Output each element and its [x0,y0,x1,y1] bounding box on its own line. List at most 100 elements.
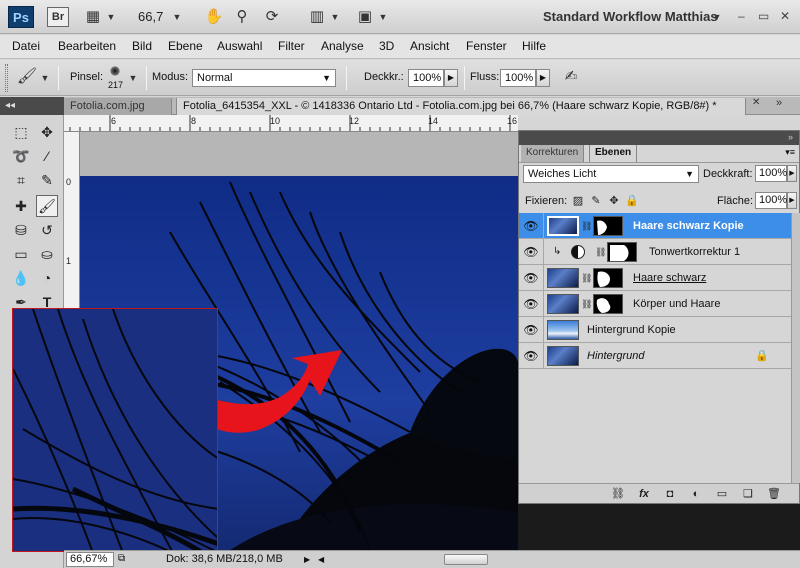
arrange-documents-icon[interactable]: ▥ [306,7,328,27]
tab-fotolia-jpg[interactable]: Fotolia.com.jpg [64,98,172,115]
bridge-button[interactable]: Br [47,7,69,27]
chevron-down-icon[interactable]: ▼ [106,7,116,27]
layer-row-hintergrund[interactable]: 👁 Hintergrund 🔒 [519,343,791,369]
history-brush-tool-icon[interactable]: ↺ [36,219,58,241]
tab-korrekturen[interactable]: Korrekturen [521,145,585,162]
scroll-left-icon[interactable]: ◀ [318,555,324,564]
airbrush-icon[interactable]: ✍ [560,67,582,87]
layer-fill-input[interactable]: 100% [755,192,787,209]
menu-filter[interactable]: Filter [278,39,305,53]
layer-fill-slider-button[interactable]: ▶ [787,192,797,209]
layer-name[interactable]: Haare schwarz [633,272,706,284]
layer-row-haare-schwarz[interactable]: 👁 ⛓ Haare schwarz [519,265,791,291]
tab-active-document[interactable]: Fotolia_6415354_XXL - © 1418336 Ontario … [176,98,746,115]
magic-wand-tool-icon[interactable]: ⁄ [36,145,58,167]
marquee-tool-icon[interactable]: ⬚ [10,121,32,143]
eyedropper-tool-icon[interactable]: ✎ [36,169,58,191]
menu-datei[interactable]: Datei [12,39,40,53]
layer-thumbnail[interactable] [547,346,579,366]
menu-bearbeiten[interactable]: Bearbeiten [58,39,116,53]
layer-mask-thumbnail[interactable] [607,242,637,262]
link-layers-icon[interactable]: ⛓ [611,487,625,501]
mask-link-icon[interactable]: ⛓ [581,272,592,284]
crop-tool-icon[interactable]: ⌗ [10,169,32,191]
tools-panel-header[interactable]: ◂◂ [0,97,64,115]
layer-mask-thumbnail[interactable] [593,268,623,288]
restore-button[interactable]: ▭ [758,8,769,24]
panel-header[interactable]: » [519,131,799,145]
layer-style-icon[interactable]: fx [637,487,651,501]
panel-collapse-icon[interactable]: » [788,132,793,142]
mask-link-icon[interactable]: ⛓ [595,246,606,258]
blur-tool-icon[interactable]: 💧 [10,267,32,289]
rotate-view-icon[interactable]: ⟳ [262,7,282,27]
status-zoom-input[interactable]: 66,67% [66,552,114,567]
minimize-button[interactable]: – [738,8,745,24]
clone-stamp-tool-icon[interactable]: ⛁ [10,219,32,241]
layer-opacity-input[interactable]: 100% [755,165,787,182]
opacity-slider-button[interactable]: ▶ [444,69,458,87]
options-bar-grip[interactable] [5,64,8,92]
move-tool-icon[interactable]: ✥ [36,121,58,143]
layer-row-hintergrund-kopie[interactable]: 👁 Hintergrund Kopie [519,317,791,343]
layer-name[interactable]: Tonwertkorrektur 1 [649,246,740,258]
filmstrip-icon[interactable]: ▦ [82,7,104,27]
layer-name[interactable]: Haare schwarz Kopie [633,220,744,232]
visibility-eye-icon[interactable]: 👁 [523,270,539,286]
lasso-tool-icon[interactable]: ➰ [10,145,32,167]
opacity-input[interactable]: 100% [408,69,444,87]
visibility-eye-icon[interactable]: 👁 [523,296,539,312]
flow-slider-button[interactable]: ▶ [536,69,550,87]
adjustment-layer-icon[interactable]: ◐ [689,487,703,501]
adjustment-layer-icon[interactable] [571,245,585,259]
eraser-tool-icon[interactable]: ▭ [10,243,32,265]
dodge-tool-icon[interactable]: ◔ [36,267,58,289]
menu-auswahl[interactable]: Auswahl [217,39,262,53]
menu-bild[interactable]: Bild [132,39,152,53]
brush-picker-chevron-down-icon[interactable]: ▼ [128,68,138,88]
tabs-overflow-icon[interactable]: » [776,97,782,109]
brush-tool-icon[interactable]: 🖌 [16,67,38,87]
mask-link-icon[interactable]: ⛓ [581,298,592,310]
layer-mask-thumbnail[interactable] [593,216,623,236]
menu-ebene[interactable]: Ebene [168,39,203,53]
lock-pixels-icon[interactable]: ✎ [589,194,603,208]
menu-hilfe[interactable]: Hilfe [522,39,546,53]
brush-tip-preview[interactable] [110,66,120,76]
delete-layer-icon[interactable]: 🗑 [767,487,781,501]
blend-mode-select[interactable]: Weiches Licht ▼ [523,165,699,183]
close-button[interactable]: ✕ [780,8,790,24]
workspace-switcher[interactable]: Standard Workflow Matthias [543,8,718,26]
layer-thumbnail[interactable] [547,268,579,288]
status-menu-arrow-icon[interactable]: ▶ [304,555,310,564]
layer-name[interactable]: Hintergrund [587,350,644,362]
visibility-eye-icon[interactable]: 👁 [523,244,539,260]
layer-row-tonwertkorrektur-1[interactable]: 👁 ↳ ⛓ Tonwertkorrektur 1 [519,239,791,265]
horizontal-scrollbar-thumb[interactable] [444,554,488,565]
menu-3d[interactable]: 3D [379,39,394,53]
layer-name[interactable]: Körper und Haare [633,298,720,310]
tool-preset-chevron-down-icon[interactable]: ▼ [40,68,50,88]
tab-ebenen[interactable]: Ebenen [589,145,638,162]
hand-tool-icon[interactable]: ✋ [204,7,224,27]
layer-row-koerper-und-haare[interactable]: 👁 ⛓ Körper und Haare [519,291,791,317]
layer-thumbnail[interactable] [547,216,579,236]
status-info-icon[interactable]: ⧉ [118,553,125,564]
horizontal-ruler[interactable]: 6 8 10 12 14 16 [64,115,518,132]
screen-mode-chevron-down-icon[interactable]: ▼ [378,7,388,27]
mode-select[interactable]: Normal ▼ [192,69,336,87]
layers-scrollbar[interactable] [791,213,800,483]
workspace-chevron-down-icon[interactable]: ▼ [712,7,722,27]
mask-link-icon[interactable]: ⛓ [581,220,592,232]
screen-mode-icon[interactable]: ▣ [354,7,376,27]
menu-fenster[interactable]: Fenster [466,39,507,53]
new-layer-icon[interactable]: ❏ [741,487,755,501]
visibility-eye-icon[interactable]: 👁 [523,348,539,364]
healing-brush-tool-icon[interactable]: ✚ [10,195,32,217]
arrange-chevron-down-icon[interactable]: ▼ [330,7,340,27]
lock-all-icon[interactable]: 🔒 [625,194,639,208]
menu-analyse[interactable]: Analyse [321,39,364,53]
visibility-eye-icon[interactable]: 👁 [523,218,539,234]
lock-transparency-icon[interactable]: ▨ [571,194,585,208]
visibility-eye-icon[interactable]: 👁 [523,322,539,338]
